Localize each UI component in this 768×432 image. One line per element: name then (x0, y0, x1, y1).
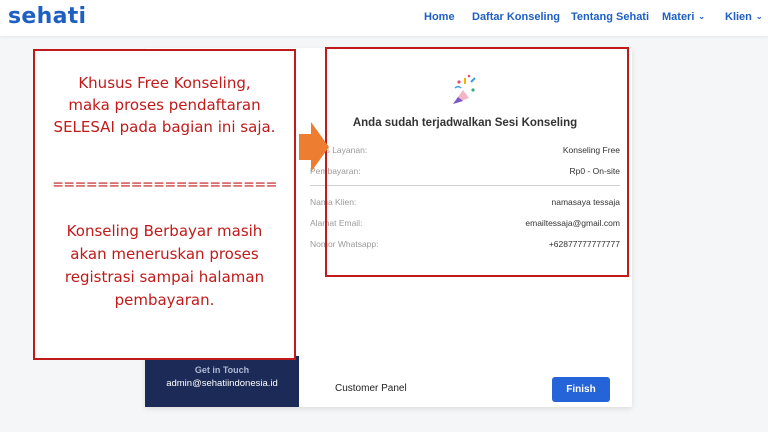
contact-title: Get in Touch (194, 365, 250, 375)
sehati-logo[interactable]: sehati (8, 4, 86, 29)
note-line-6: registrasi sampai halaman (64, 268, 265, 286)
nav-klien-label: Klien (725, 11, 752, 23)
contact-panel: Get in Touch admin@sehatiindonesia.id (145, 356, 299, 407)
top-navbar: sehati Home Daftar Konseling Tentang Seh… (0, 0, 768, 36)
customer-panel-link[interactable]: Customer Panel (335, 383, 407, 394)
nav-daftar-konseling[interactable]: Daftar Konseling (472, 11, 560, 23)
contact-email[interactable]: admin@sehatiindonesia.id (145, 378, 299, 389)
chevron-down-icon: ⌄ (698, 12, 706, 21)
nav-klien[interactable]: Klien ⌄ (725, 11, 763, 23)
nav-materi[interactable]: Materi ⌄ (662, 11, 705, 23)
note-line-5: akan meneruskan proses (70, 245, 259, 263)
nav-materi-label: Materi (662, 11, 695, 23)
annotation-note: Khusus Free Konseling, maka proses penda… (33, 49, 296, 360)
arrow-right-icon (299, 122, 329, 172)
note-line-4: Konseling Berbayar masih (66, 222, 263, 240)
note-line-7: pembayaran. (114, 291, 215, 309)
chevron-down-icon: ⌄ (755, 12, 763, 21)
note-line-2: maka proses pendaftaran (68, 96, 261, 114)
confirmation-highlight-box (325, 47, 629, 277)
note-separator: ==================== (52, 177, 277, 193)
note-line-3: SELESAI pada bagian ini saja. (53, 118, 276, 136)
nav-home[interactable]: Home (424, 11, 455, 23)
nav-tentang-sehati[interactable]: Tentang Sehati (571, 11, 649, 23)
note-line-1: Khusus Free Konseling, (78, 74, 251, 92)
finish-button[interactable]: Finish (552, 377, 610, 402)
